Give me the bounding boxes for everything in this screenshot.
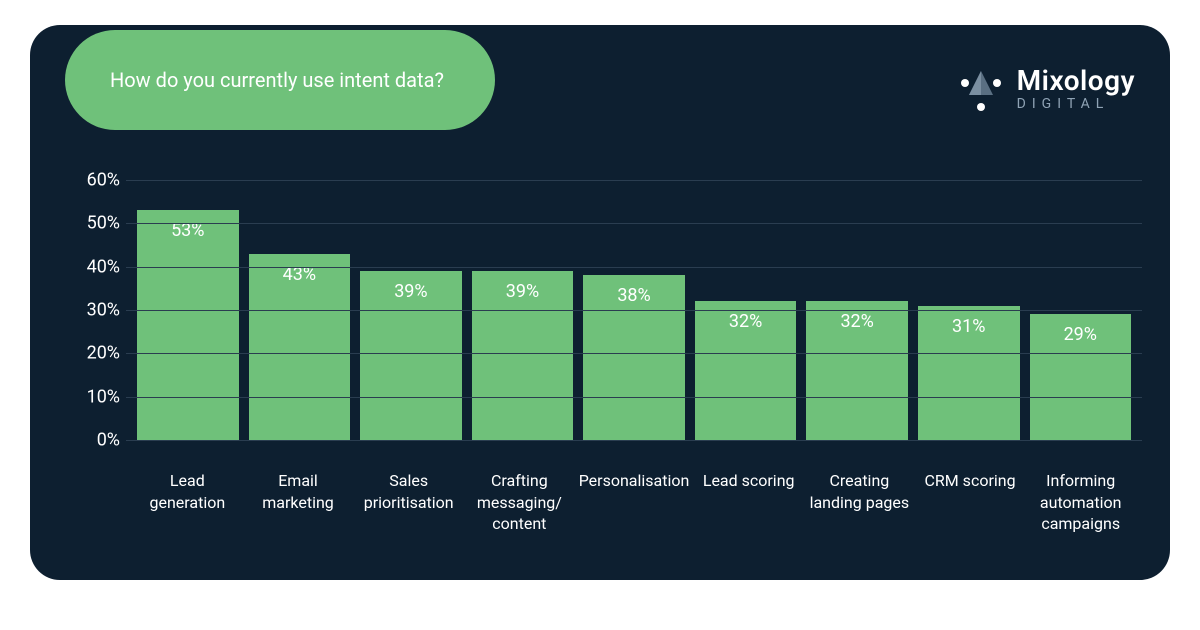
bar: 39% [472,271,574,440]
brand-logo: Mixology DIGITAL [957,65,1135,113]
gridline [126,310,1142,311]
brand-name: Mixology [1017,67,1135,95]
chart-title: How do you currently use intent data? [110,68,444,92]
x-axis-labels: Lead generationEmail marketingSales prio… [126,470,1142,535]
plot-area: 53%43% 39% 39% 38% 32% 32% 31% 29% [126,180,1142,440]
gridline [126,397,1142,398]
y-tick-label: 40% [70,256,120,277]
bar-value-label: 29% [1064,324,1097,345]
bar-value-label: 38% [617,285,650,306]
gridline [126,267,1142,268]
gridline [126,180,1142,181]
y-tick-label: 60% [70,170,120,191]
x-tick-label: Lead generation [132,470,243,535]
y-tick-label: 30% [70,300,120,321]
y-tick-label: 50% [70,213,120,234]
gridline [126,223,1142,224]
y-tick-label: 20% [70,343,120,364]
x-tick-label: Email marketing [243,470,354,535]
bar-value-label: 31% [952,316,985,337]
bar-chart: 53%43% 39% 39% 38% 32% 32% 31% 29% Lead generat… [70,180,1142,565]
bar: 32% [806,301,908,440]
bar: 38% [583,275,685,440]
gridline [126,440,1142,441]
bar: 29% [1030,314,1132,440]
x-tick-label: Sales prioritisation [353,470,464,535]
x-tick-label: Crafting messaging/ content [464,470,575,535]
y-tick-label: 10% [70,386,120,407]
bar: 39% [360,271,462,440]
y-tick-label: 0% [70,430,120,451]
brand-logo-icon [957,65,1005,113]
bar: 32% [695,301,797,440]
brand-subtitle: DIGITAL [1017,97,1135,111]
bar-value-label: 39% [506,281,539,302]
bar-value-label: 39% [394,281,427,302]
brand-text: Mixology DIGITAL [1017,67,1135,111]
bar-value-label: 32% [729,311,762,332]
bar-value-label: 32% [840,311,873,332]
gridline [126,353,1142,354]
bar: 53% [137,210,239,440]
chart-card: How do you currently use intent data? Mi… [30,25,1170,580]
x-tick-label: Creating landing pages [804,470,915,535]
x-tick-label: Personalisation [575,470,694,535]
x-tick-label: CRM scoring [915,470,1026,535]
bar: 43% [249,254,351,440]
chart-title-pill: How do you currently use intent data? [65,30,495,130]
bar: 31% [918,306,1020,440]
x-tick-label: Lead scoring [693,470,804,535]
x-tick-label: Informing automation campaigns [1025,470,1136,535]
